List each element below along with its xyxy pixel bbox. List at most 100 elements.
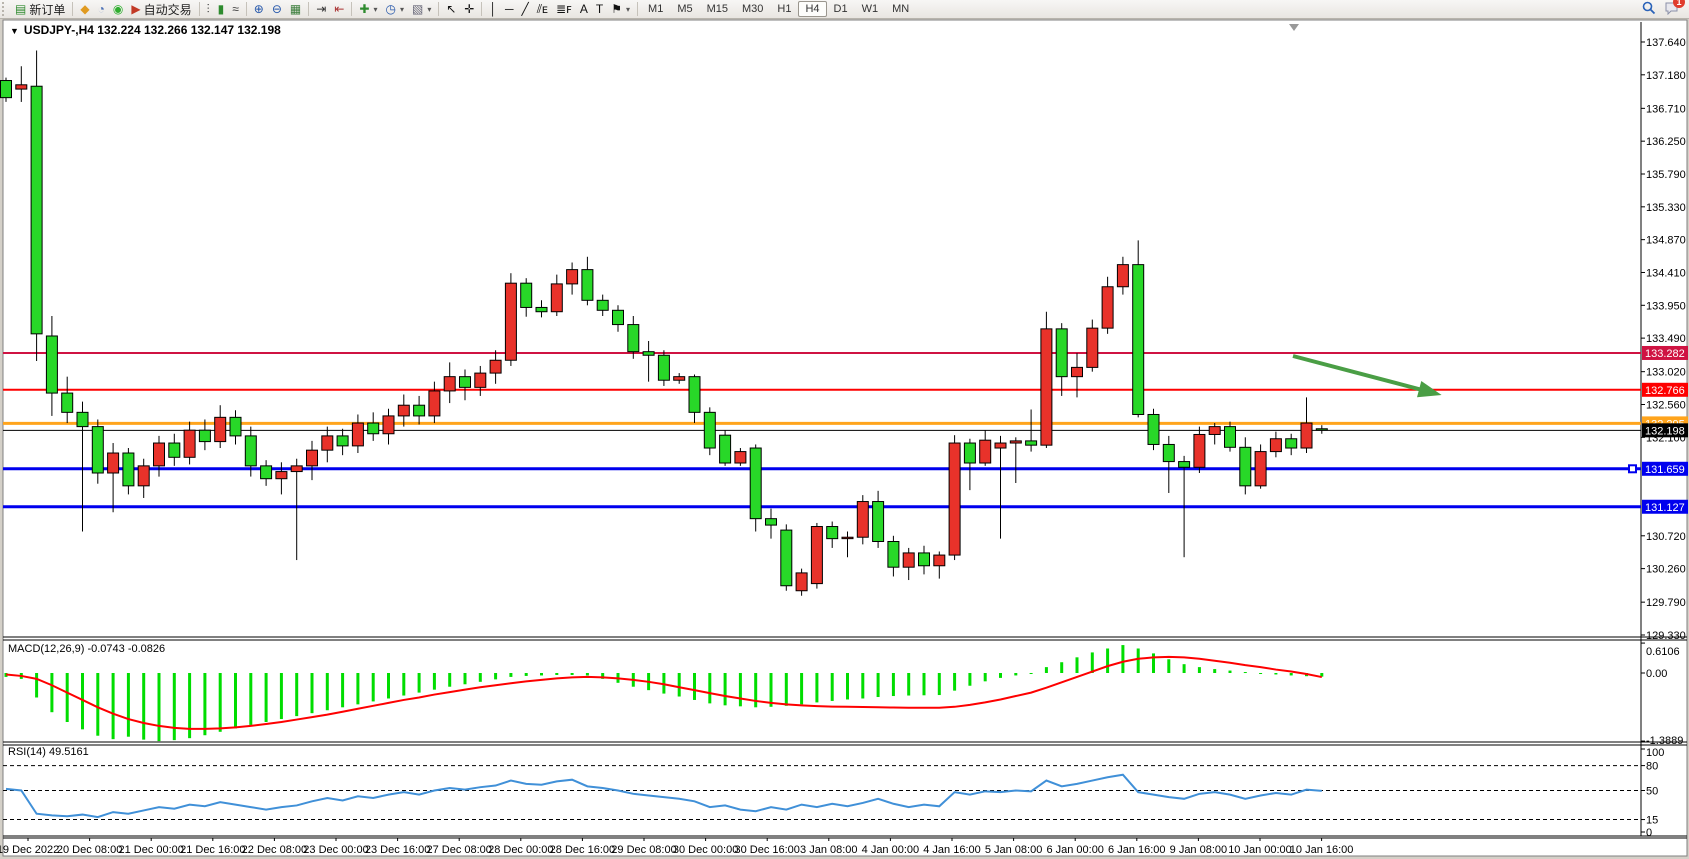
text-button[interactable]: A: [576, 1, 592, 17]
trendline-button[interactable]: ╱: [517, 1, 532, 17]
market-watch-icon[interactable]: ◆: [76, 1, 93, 17]
indicators-button-dropdown-icon[interactable]: ▾: [373, 5, 377, 14]
arrows-button-dropdown-icon[interactable]: ▾: [626, 5, 630, 14]
macd-histogram-bar: [708, 673, 711, 703]
candlestick-chart-button[interactable]: ▮: [214, 1, 229, 17]
macd-histogram-bar: [846, 673, 849, 699]
macd-histogram-bar: [418, 673, 421, 693]
timeframe-button-m15[interactable]: M15: [700, 1, 735, 17]
timeframe-button-w1[interactable]: W1: [855, 1, 886, 17]
macd-histogram-bar: [1121, 645, 1124, 673]
zoom-out-icon: ⊖: [272, 2, 282, 16]
candle: [215, 417, 226, 441]
candle: [383, 416, 394, 434]
trendline-icon: ╱: [521, 2, 528, 16]
templates-button-dropdown-icon[interactable]: ▾: [427, 5, 431, 14]
timeframe-button-m5[interactable]: M5: [670, 1, 699, 17]
candle: [1225, 427, 1236, 448]
chart-canvas[interactable]: 137.640137.180136.710136.250135.790135.3…: [0, 18, 1689, 859]
chart-dropdown-icon[interactable]: ▼: [10, 26, 19, 36]
timeframe-button-h1[interactable]: H1: [770, 1, 798, 17]
chart-shift-icon: ⇤: [334, 2, 344, 16]
crosshair-button[interactable]: ✛: [460, 1, 478, 17]
indicators-button[interactable]: ✚▾: [355, 1, 381, 17]
macd-indicator-label: MACD(12,26,9) -0.0743 -0.0826: [8, 643, 165, 655]
horizontal-line-button[interactable]: ─: [501, 1, 518, 17]
fibonacci-button[interactable]: ≣ꜰ: [552, 1, 576, 17]
timeframe-button-m1[interactable]: M1: [641, 1, 670, 17]
crosshair-icon: ✛: [464, 2, 474, 16]
navigator-icon[interactable]: ◉: [109, 1, 127, 17]
candle: [307, 450, 318, 466]
timeframe-button-mn[interactable]: MN: [885, 1, 916, 17]
notifications-icon[interactable]: 1: [1664, 1, 1679, 18]
periods-button-dropdown-icon[interactable]: ▾: [400, 5, 404, 14]
candle: [92, 427, 103, 473]
bar-chart-button[interactable]: ⫶: [203, 1, 214, 17]
periods-button[interactable]: ◷▾: [381, 1, 408, 17]
support-line-1-handle[interactable]: [1629, 465, 1636, 472]
candle: [1117, 265, 1128, 287]
macd-histogram-bar: [540, 673, 543, 675]
macd-histogram-bar: [142, 673, 145, 740]
candle: [123, 453, 134, 486]
autotrading-button-label: 自动交易: [144, 1, 192, 18]
toolbar-grip[interactable]: [2, 2, 9, 16]
timeframe-button-m30[interactable]: M30: [735, 1, 770, 17]
macd-histogram-bar: [907, 673, 910, 696]
vertical-line-button[interactable]: │: [485, 1, 501, 17]
svg-text:131.659: 131.659: [1645, 464, 1685, 476]
line-chart-icon: ≈: [232, 2, 239, 16]
arrows-button[interactable]: ⚑▾: [607, 1, 634, 17]
svg-text:3 Jan 08:00: 3 Jan 08:00: [800, 844, 858, 856]
autotrading-button[interactable]: ▶自动交易: [127, 0, 195, 19]
candlestick-chart-icon: ▮: [218, 2, 225, 16]
cursor-button[interactable]: ↖: [442, 1, 460, 17]
candle: [62, 393, 73, 412]
arrows-icon: ⚑: [611, 2, 622, 16]
macd-histogram-bar: [509, 673, 512, 677]
candle: [1, 81, 12, 98]
zoom-out-button[interactable]: ⊖: [268, 1, 286, 17]
macd-histogram-bar: [923, 673, 926, 695]
svg-text:-1.3889: -1.3889: [1646, 735, 1683, 747]
fibonacci-icon: ≣ꜰ: [556, 2, 572, 16]
candle: [781, 530, 792, 586]
svg-text:30 Dec 00:00: 30 Dec 00:00: [673, 844, 738, 856]
candle: [720, 435, 731, 463]
timeframe-button-d1[interactable]: D1: [827, 1, 855, 17]
zoom-in-button[interactable]: ⊕: [250, 1, 268, 17]
svg-text:28 Dec 00:00: 28 Dec 00:00: [488, 844, 553, 856]
timeframe-button-h4[interactable]: H4: [798, 1, 826, 17]
macd-histogram-bar: [693, 673, 696, 700]
svg-text:132.766: 132.766: [1645, 385, 1685, 397]
svg-text:131.127: 131.127: [1645, 502, 1685, 514]
svg-text:0.00: 0.00: [1646, 668, 1667, 680]
macd-histogram-bar: [968, 673, 971, 686]
candle: [811, 527, 822, 584]
search-icon[interactable]: [1642, 1, 1656, 18]
templates-button[interactable]: ▧▾: [408, 1, 435, 17]
equidistant-channel-button[interactable]: ⫽ᴇ: [533, 1, 552, 17]
macd-histogram-bar: [464, 673, 467, 684]
macd-histogram-bar: [1076, 657, 1079, 673]
macd-histogram-bar: [1045, 667, 1048, 673]
line-chart-button[interactable]: ≈: [228, 1, 243, 17]
auto-scroll-button[interactable]: ⇥: [312, 1, 330, 17]
new-order-button[interactable]: ▤新订单: [11, 0, 69, 19]
macd-histogram-bar: [1106, 649, 1109, 674]
svg-text:135.330: 135.330: [1646, 202, 1686, 214]
macd-histogram-bar: [96, 673, 99, 736]
macd-histogram-bar: [341, 673, 344, 707]
tile-windows-button[interactable]: ▦: [286, 1, 305, 17]
label-button[interactable]: T: [592, 1, 607, 17]
macd-histogram-bar: [50, 673, 53, 712]
macd-histogram-bar: [372, 673, 375, 701]
macd-histogram-bar: [555, 673, 558, 675]
toolbar-separator: [481, 2, 482, 16]
candle: [980, 440, 991, 463]
chart-shift-button[interactable]: ⇤: [330, 1, 348, 17]
macd-histogram-bar: [1274, 673, 1277, 674]
data-window-icon[interactable]: ◔: [94, 1, 109, 17]
candle: [505, 283, 516, 360]
